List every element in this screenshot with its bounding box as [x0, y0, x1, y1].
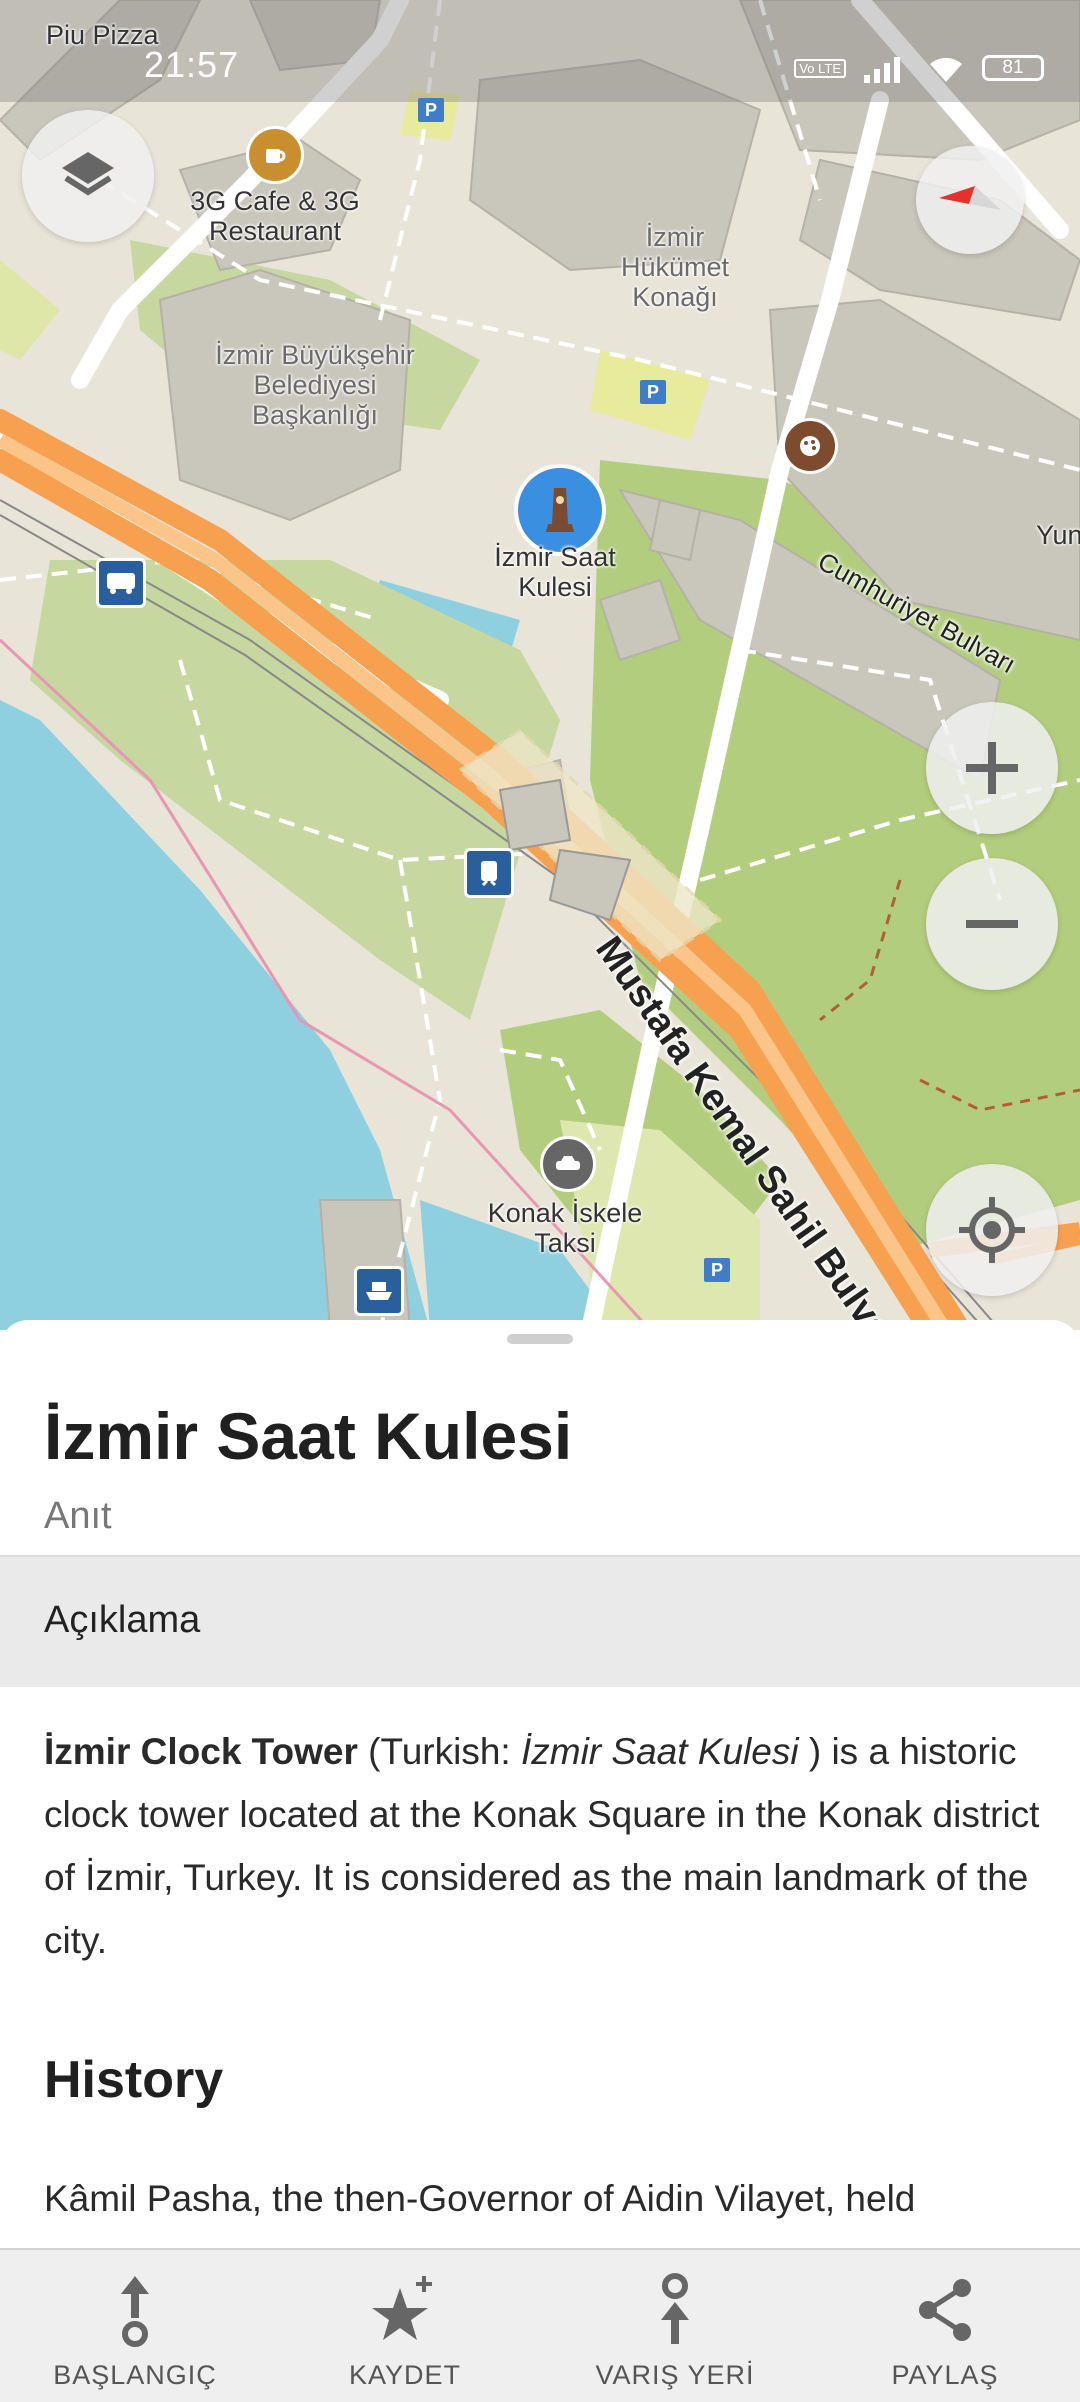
save-label: KAYDET — [348, 2360, 462, 2390]
wifi-icon — [930, 57, 962, 82]
compass-icon — [939, 186, 1001, 210]
volte-icon: Vo LTE — [794, 58, 846, 78]
desc-part-1: (Turkish: — [357, 1731, 521, 1772]
zoom-out-icon — [966, 920, 1018, 928]
destination-icon — [661, 2273, 689, 2344]
bus-icon[interactable] — [96, 558, 146, 608]
bottom-action-bar: BAŞLANGIÇ KAYDET VARIŞ YERİ PAYLAŞ — [0, 2248, 1080, 2402]
taxi-icon[interactable] — [540, 1136, 596, 1192]
status-icons: Vo LTE 81 — [794, 52, 1044, 84]
history-heading: History — [44, 2051, 224, 2109]
tram-icon[interactable] — [464, 848, 514, 898]
signal-icon — [864, 57, 900, 83]
start-button[interactable]: BAŞLANGIÇ — [0, 2250, 270, 2402]
status-bar: 21:57 Vo LTE 81 — [0, 0, 1080, 102]
status-time: 21:57 — [144, 44, 240, 85]
desc-bold-term: İzmir Clock Tower — [44, 1731, 358, 1772]
save-button[interactable]: KAYDET — [270, 2250, 540, 2402]
map-label-piu-pizza[interactable]: Piu Pizza — [46, 20, 159, 50]
compass-button[interactable] — [916, 146, 1024, 254]
share-button[interactable]: PAYLAŞ — [810, 2250, 1080, 2402]
place-title: İzmir Saat Kulesi — [44, 1399, 573, 1473]
map-label-cafe[interactable]: 3G Cafe & 3G Restaurant — [180, 186, 370, 246]
parking-icon: P — [418, 98, 444, 122]
zoom-out-button[interactable] — [926, 858, 1058, 990]
destination-button[interactable]: VARIŞ YERİ — [540, 2250, 810, 2402]
tower-icon — [546, 488, 574, 532]
destination-label: VARIŞ YERİ — [595, 2360, 755, 2390]
map-label-hukumet[interactable]: İzmir Hükümet Konağı — [590, 222, 760, 312]
place-category: Anıt — [44, 1495, 112, 1537]
parking-icon: P — [704, 1258, 730, 1282]
map-label-saat-kulesi[interactable]: İzmir Saat Kulesi — [480, 542, 630, 602]
description-section-header[interactable]: Açıklama — [0, 1555, 1080, 1687]
share-label: PAYLAŞ — [891, 2360, 999, 2390]
start-icon — [121, 2276, 149, 2347]
parking-icon: P — [640, 380, 666, 404]
ferry-icon[interactable] — [354, 1266, 404, 1316]
description-text: İzmir Clock Tower (Turkish: İzmir Saat K… — [44, 1720, 1044, 1972]
sheet-drag-handle[interactable] — [507, 1334, 573, 1344]
zoom-in-icon — [966, 742, 1018, 794]
layers-icon — [62, 152, 114, 196]
star-icon — [372, 2276, 432, 2340]
map-label-yun: Yun — [1036, 520, 1080, 550]
desc-italic-term: İzmir Saat Kulesi — [520, 1731, 799, 1772]
history-text: Kâmil Pasha, the then-Governor of Aidin … — [44, 2178, 916, 2219]
zoom-in-button[interactable] — [926, 702, 1058, 834]
my-location-icon — [959, 1197, 1025, 1263]
cafe-icon[interactable] — [246, 126, 304, 184]
start-label: BAŞLANGIÇ — [53, 2360, 217, 2390]
layers-button[interactable] — [22, 110, 154, 242]
museum-icon[interactable] — [782, 418, 838, 474]
my-location-button[interactable] — [926, 1164, 1058, 1296]
map-label-taksi[interactable]: Konak İskele Taksi — [470, 1198, 660, 1258]
map-view[interactable]: 21:57 Vo LTE 81 Piu Pizza 3G Cafe & 3G R… — [0, 0, 1080, 1330]
share-icon — [919, 2279, 971, 2341]
place-details-sheet[interactable]: İzmir Saat Kulesi Anıt Açıklama İzmir Cl… — [0, 1320, 1080, 2400]
battery-indicator: 81 — [982, 55, 1044, 81]
map-label-belediye[interactable]: İzmir Büyükşehir Belediyesi Başkanlığı — [190, 340, 440, 430]
section-label: Açıklama — [44, 1599, 201, 1641]
